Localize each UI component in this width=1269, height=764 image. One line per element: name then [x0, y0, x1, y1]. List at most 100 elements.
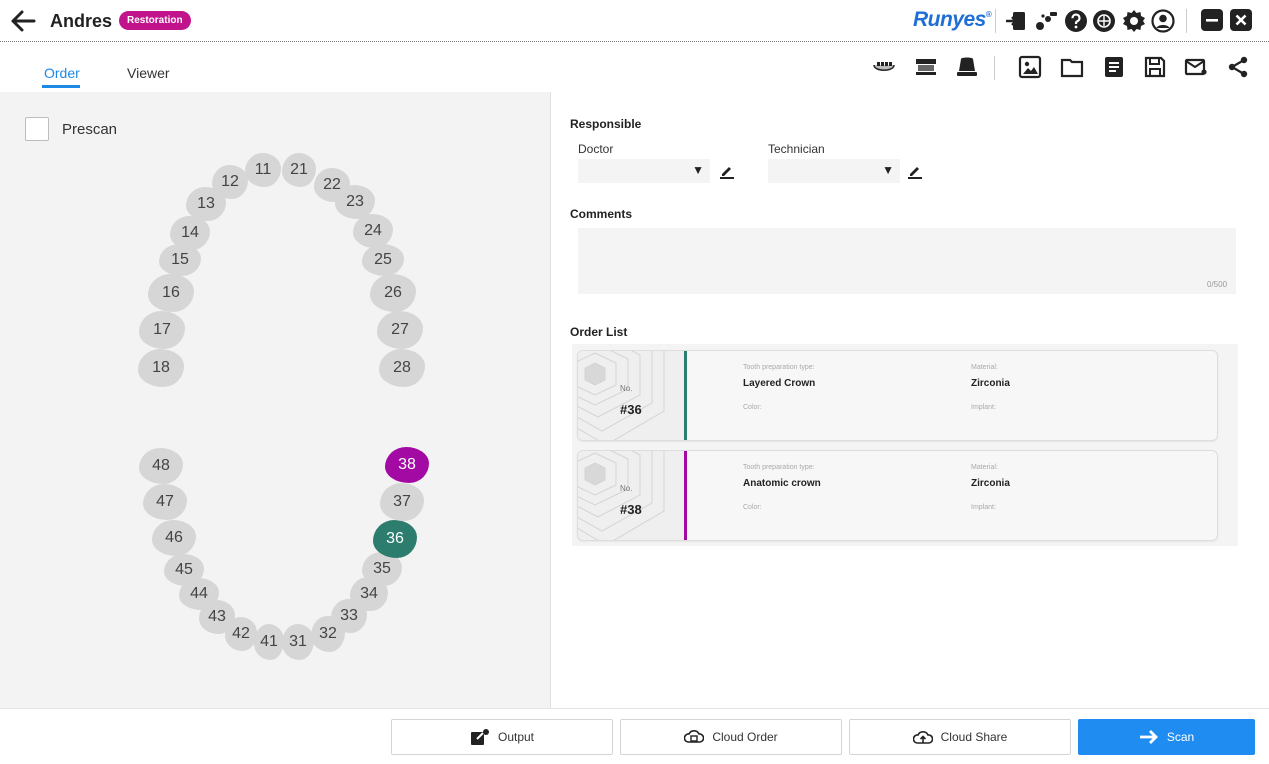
- tooth-41[interactable]: 41: [254, 624, 284, 660]
- edit-doctor-icon[interactable]: [719, 163, 735, 179]
- cloud-share-button[interactable]: Cloud Share: [849, 719, 1071, 755]
- back-arrow-icon[interactable]: [10, 9, 36, 33]
- dropdown-caret-icon: ▼: [692, 163, 704, 177]
- bite-icon[interactable]: [955, 55, 979, 79]
- order-card[interactable]: No. #36 Tooth preparation type: Layered …: [577, 350, 1218, 441]
- cloud-order-button[interactable]: Cloud Order: [620, 719, 842, 755]
- order-tooth-number: #36: [620, 402, 642, 417]
- share-icon[interactable]: [1226, 55, 1250, 79]
- prep-type-label: Tooth preparation type:: [743, 464, 815, 471]
- help-icon[interactable]: [1064, 9, 1088, 33]
- tab-viewer[interactable]: Viewer: [127, 65, 170, 81]
- output-label: Output: [497, 730, 535, 744]
- close-icon[interactable]: [1230, 9, 1254, 33]
- responsible-title: Responsible: [570, 117, 642, 131]
- output-button[interactable]: Output: [391, 719, 613, 755]
- comments-title: Comments: [570, 207, 633, 221]
- import-icon[interactable]: [1004, 9, 1028, 33]
- doctor-select[interactable]: ▼: [578, 159, 710, 183]
- cloud-order-icon: [684, 728, 705, 746]
- save-icon[interactable]: [1143, 55, 1167, 79]
- tooth-21[interactable]: 21: [282, 153, 316, 187]
- settings-icon[interactable]: [1122, 9, 1146, 33]
- divider: [995, 9, 996, 33]
- lower-jaw-icon[interactable]: [914, 55, 938, 79]
- document-icon[interactable]: [1102, 55, 1126, 79]
- color-label: Color:: [743, 404, 762, 411]
- order-tooth-number: #38: [620, 502, 642, 517]
- tooth-48[interactable]: 48: [139, 448, 183, 484]
- brand-name: Runyes: [913, 8, 986, 31]
- tooth-45[interactable]: 45: [164, 554, 204, 586]
- color-label: Color:: [743, 504, 762, 511]
- cloud-share-label: Cloud Share: [940, 730, 1008, 744]
- tooth-15[interactable]: 15: [159, 244, 201, 276]
- brand-registered-mark: ®: [985, 10, 992, 19]
- output-icon: [470, 728, 490, 746]
- order-list-title: Order List: [570, 325, 628, 339]
- tooth-28[interactable]: 28: [379, 349, 425, 387]
- remote-icon[interactable]: [1034, 9, 1058, 33]
- cloud-share-icon: [912, 728, 933, 746]
- active-tab-indicator: [42, 85, 80, 88]
- prep-type-label: Tooth preparation type:: [743, 364, 815, 371]
- image-icon[interactable]: [1018, 55, 1042, 79]
- prescan-label: Prescan: [62, 121, 118, 138]
- tooth-36-selected[interactable]: 36: [373, 520, 417, 558]
- prep-type-value: Anatomic crown: [743, 478, 821, 489]
- prescan-checkbox[interactable]: [25, 117, 49, 141]
- tooth-46[interactable]: 46: [152, 520, 196, 556]
- implant-label: Implant:: [971, 504, 996, 511]
- order-list: No. #36 Tooth preparation type: Layered …: [572, 344, 1238, 546]
- implant-label: Implant:: [971, 404, 996, 411]
- scan-button[interactable]: Scan: [1078, 719, 1255, 755]
- tooth-26[interactable]: 26: [370, 274, 416, 312]
- tooth-pattern-graphic: [578, 351, 684, 440]
- comments-input[interactable]: [578, 228, 1236, 294]
- mode-badge: Restoration: [119, 11, 191, 30]
- order-accent-bar: [684, 451, 687, 540]
- folder-icon[interactable]: [1060, 55, 1084, 79]
- cloud-order-label: Cloud Order: [712, 730, 778, 744]
- tooth-31[interactable]: 31: [282, 624, 314, 660]
- tooth-16[interactable]: 16: [148, 274, 194, 312]
- material-value: Zirconia: [971, 478, 1010, 489]
- tooth-18[interactable]: 18: [138, 349, 184, 387]
- scan-label: Scan: [1166, 730, 1195, 744]
- tooth-17[interactable]: 17: [139, 311, 185, 349]
- tab-bar: Order Viewer: [0, 43, 1269, 91]
- upper-jaw-icon[interactable]: [872, 55, 896, 79]
- patient-name: Andres: [50, 11, 113, 31]
- mail-icon[interactable]: [1184, 55, 1208, 79]
- tooth-47[interactable]: 47: [143, 484, 187, 520]
- tooth-37[interactable]: 37: [380, 483, 424, 521]
- order-details-panel: Responsible Doctor ▼ Technician ▼ Commen…: [552, 92, 1269, 708]
- order-card[interactable]: No. #38 Tooth preparation type: Anatomic…: [577, 450, 1218, 541]
- tooth-25[interactable]: 25: [362, 244, 404, 276]
- material-label: Material:: [971, 464, 998, 471]
- tooth-24[interactable]: 24: [353, 214, 393, 248]
- cloud-icon[interactable]: [1092, 9, 1116, 33]
- technician-select[interactable]: ▼: [768, 159, 900, 183]
- minimize-icon[interactable]: [1201, 9, 1225, 33]
- prep-type-value: Layered Crown: [743, 378, 816, 389]
- order-no-label: No.: [620, 484, 633, 493]
- material-value: Zirconia: [971, 378, 1010, 389]
- material-label: Material:: [971, 364, 998, 371]
- tooth-chart-panel: Prescan 11 12 13 14 15 16 17 18 21 22 23…: [0, 92, 551, 708]
- technician-label: Technician: [768, 142, 825, 156]
- tooth-27[interactable]: 27: [377, 311, 423, 349]
- edit-technician-icon[interactable]: [907, 163, 923, 179]
- tab-order[interactable]: Order: [44, 65, 80, 81]
- divider: [1186, 9, 1187, 33]
- action-bar: Output Cloud Order Cloud Share Scan: [0, 708, 1269, 764]
- account-icon[interactable]: [1151, 9, 1175, 33]
- brand-logo: Runyes®: [913, 8, 992, 32]
- title-bar: Andres Restoration Runyes®: [0, 0, 1269, 42]
- tooth-38-selected[interactable]: 38: [385, 447, 429, 483]
- doctor-label: Doctor: [578, 142, 614, 156]
- divider: [994, 56, 995, 80]
- tooth-11[interactable]: 11: [245, 153, 281, 187]
- order-no-label: No.: [620, 384, 633, 393]
- comments-char-count: 0/500: [1207, 280, 1228, 289]
